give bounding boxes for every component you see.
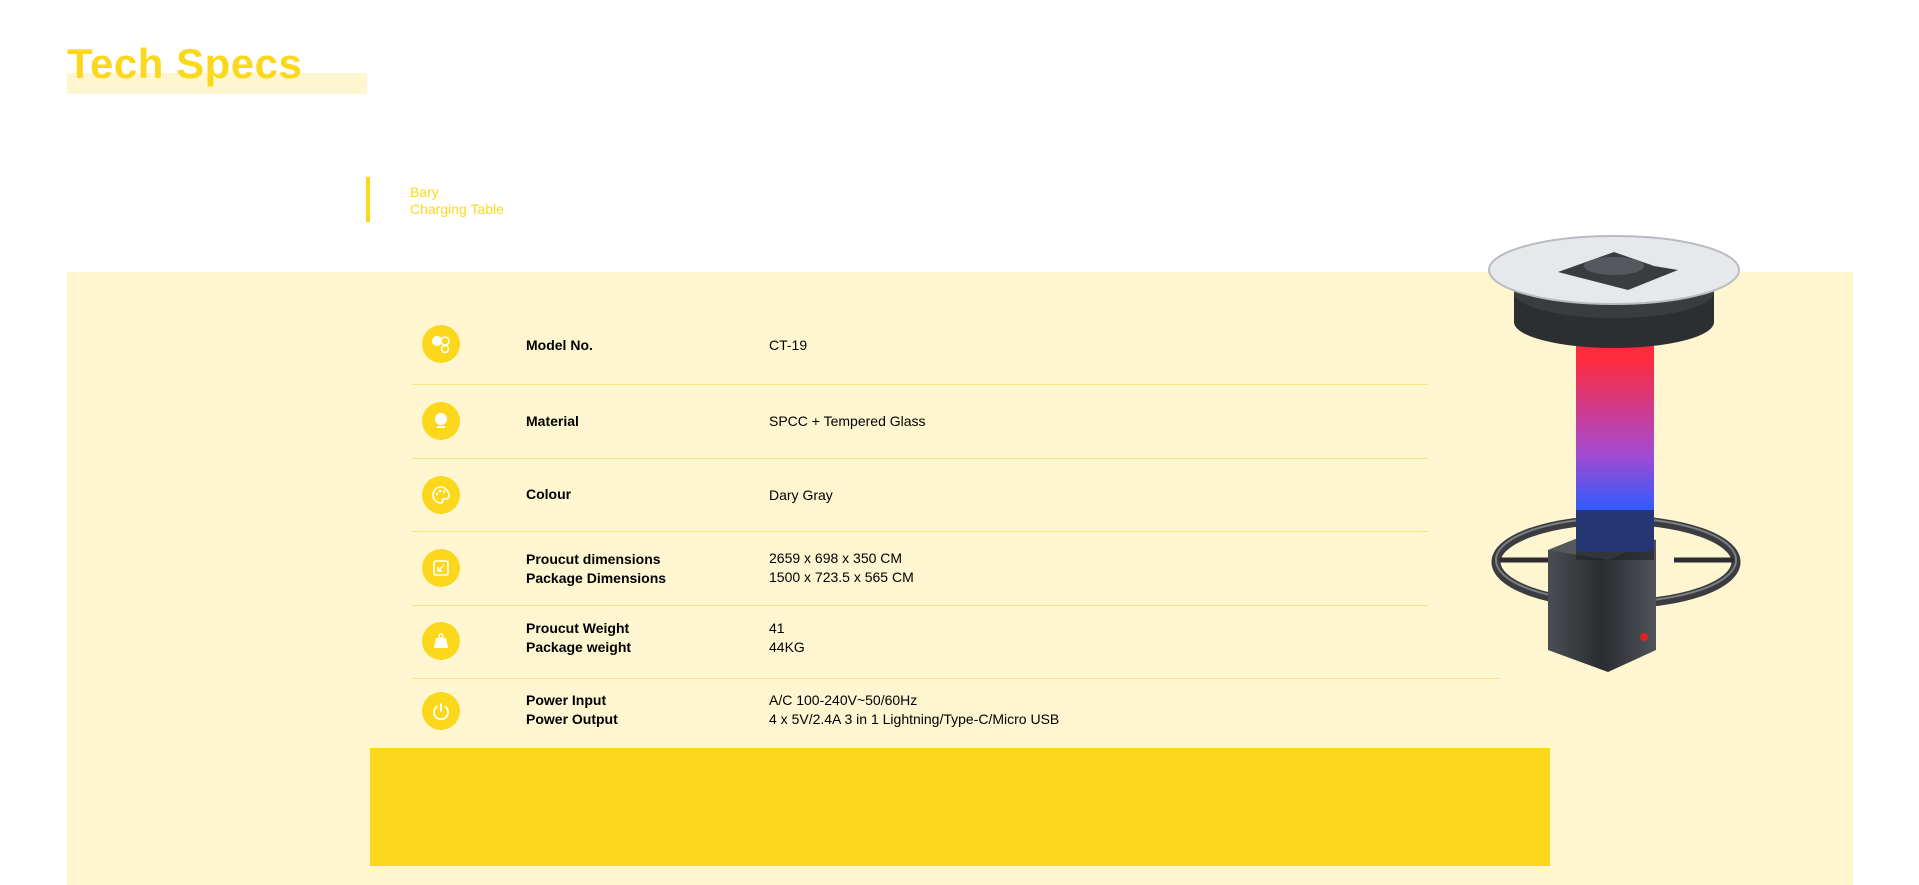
spec-label: Model No.	[526, 337, 593, 353]
spec-row-colour: Colour Dary Gray	[412, 459, 1428, 532]
palette-icon	[422, 476, 460, 514]
power-icon	[422, 692, 460, 730]
shapes-icon	[422, 325, 460, 363]
page-title-wrap: Tech Specs	[67, 40, 367, 95]
brand-name: Bary	[410, 184, 439, 200]
spec-label: Power Input	[526, 692, 607, 708]
spec-label: Proucut Weight	[526, 620, 630, 636]
spec-value: 2659 x 698 x 350 CM	[769, 550, 903, 566]
page-title: Tech Specs	[67, 40, 303, 87]
dimensions-icon	[422, 549, 460, 587]
spec-row-power: Power Input Power Output A/C 100-240V~50…	[412, 679, 1428, 749]
spec-value: 1500 x 723.5 x 565 CM	[769, 569, 914, 585]
spec-value: CT-19	[769, 337, 808, 353]
material-icon	[422, 402, 460, 440]
spec-value: SPCC + Tempered Glass	[769, 413, 926, 429]
spec-value: 44KG	[769, 639, 805, 655]
spec-label: Package weight	[526, 639, 632, 655]
product-image	[1478, 210, 1748, 680]
spec-value: Dary Gray	[769, 487, 833, 503]
spec-row-model: Model No. CT-19	[412, 312, 1428, 385]
product-name: Charging Table	[410, 201, 504, 217]
spec-row-weight: Proucut Weight Package weight 41 44KG	[412, 606, 1500, 679]
spec-label: Power Output	[526, 711, 618, 727]
spec-value: 41	[769, 620, 785, 636]
spec-label: Proucut dimensions	[526, 551, 661, 567]
weight-icon	[422, 622, 460, 660]
spec-row-dimensions: Proucut dimensions Package Dimensions 26…	[412, 532, 1428, 606]
spec-row-material: Material SPCC + Tempered Glass	[412, 385, 1428, 459]
product-subtitle: Bary Charging Table	[366, 177, 504, 222]
spec-value: A/C 100-240V~50/60Hz	[769, 692, 918, 708]
spec-label: Material	[526, 413, 579, 429]
spec-label: Colour	[526, 486, 572, 502]
spec-value: 4 x 5V/2.4A 3 in 1 Lightning/Type-C/Micr…	[769, 711, 1060, 727]
accent-block	[370, 748, 1550, 866]
spec-label: Package Dimensions	[526, 570, 667, 586]
